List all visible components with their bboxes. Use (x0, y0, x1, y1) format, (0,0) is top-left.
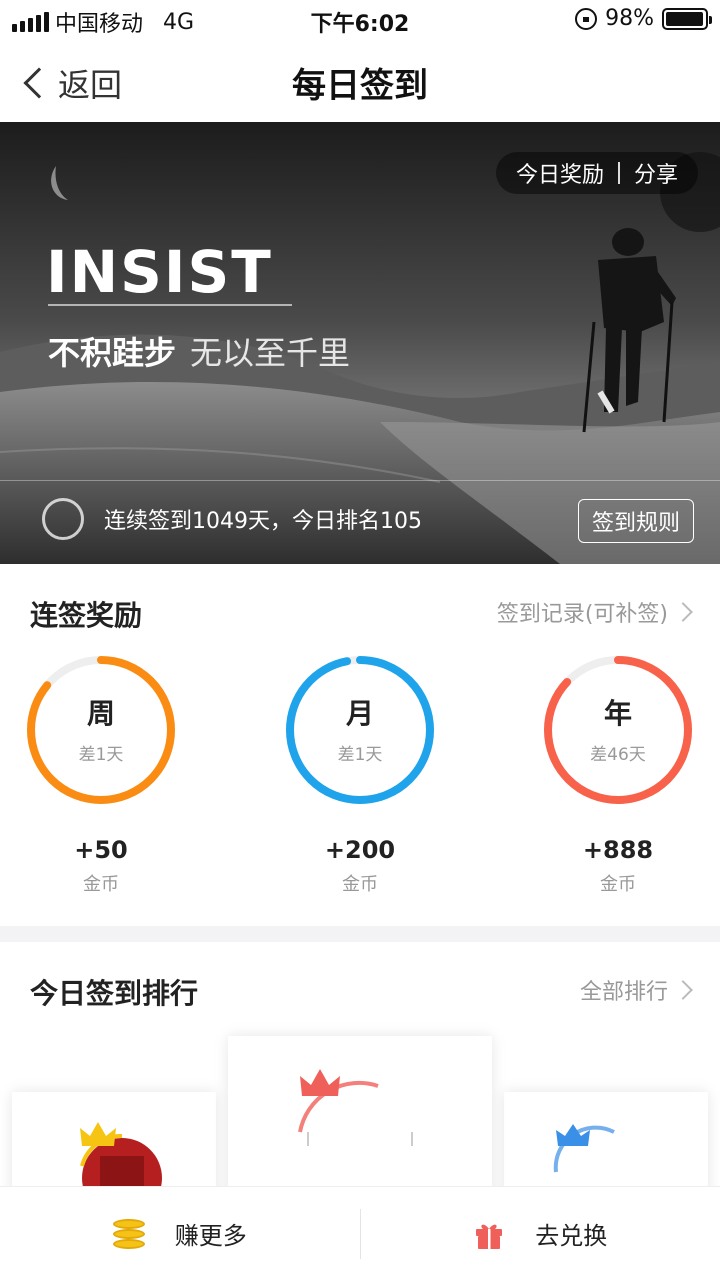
reward-remaining: 差1天 (78, 745, 124, 765)
hero-banner: 今日奖励 分享 INSIST 不积跬步 无以至千里 连续签到1049天，今日排名1… (0, 122, 720, 564)
checkin-circle-icon (42, 498, 84, 540)
reward-amount: +200 (324, 836, 396, 864)
battery-percent: 98% (605, 6, 654, 31)
status-right: 98% (575, 6, 712, 31)
page-title: 每日签到 (292, 66, 428, 106)
all-ranking-link[interactable]: 全部排行 (579, 974, 693, 1006)
today-reward-link[interactable]: 今日奖励 (516, 157, 604, 189)
chevron-right-icon (673, 980, 693, 1000)
ranking-title: 今日签到排行 (30, 977, 199, 1010)
checkin-record-label: 签到记录(可补签) (496, 602, 668, 627)
streak-rewards: 周 差1天 +50 金币 月 差1天 +200 金币 年 差46天 +888 金… (0, 654, 720, 904)
reward-share-chip: 今日奖励 分享 (495, 152, 698, 194)
headline-underline (48, 304, 292, 306)
rotation-lock-icon (575, 7, 598, 30)
rank-card-first[interactable] (228, 1036, 492, 1206)
streak-section-header: 连签奖励 签到记录(可补签) (0, 594, 720, 634)
reward-year[interactable]: 年 差46天 +888 金币 (542, 654, 694, 896)
status-bar: 中国移动 4G 下午6:02 98% (0, 0, 720, 40)
reward-remaining: 差1天 (337, 745, 383, 765)
checkin-rules-button[interactable]: 签到规则 (578, 499, 694, 543)
all-ranking-label: 全部排行 (579, 980, 668, 1005)
progress-ring: 月 差1天 (284, 654, 436, 806)
reward-unit: 金币 (342, 874, 378, 895)
banner-motto: 不积跬步 无以至千里 (48, 328, 350, 374)
reward-unit: 金币 (83, 874, 119, 895)
reward-period: 周 (86, 697, 115, 730)
reward-week[interactable]: 周 差1天 +50 金币 (25, 654, 177, 896)
motto-bold: 不积跬步 (48, 334, 177, 372)
ranking-section-header: 今日签到排行 全部排行 (0, 972, 720, 1012)
reward-unit: 金币 (600, 874, 636, 895)
coin-stack-icon (112, 1217, 145, 1251)
banner-divider (0, 480, 720, 481)
earn-more-label: 赚更多 (174, 1222, 247, 1250)
checkin-text: 连续签到1049天，今日排名105 (104, 509, 422, 534)
exchange-label: 去兑换 (535, 1222, 608, 1250)
ranking-podium (0, 1030, 720, 1206)
reward-remaining: 差46天 (590, 745, 646, 765)
gift-icon (476, 1224, 503, 1249)
crown-icon (556, 1124, 590, 1146)
reward-amount: +888 (582, 836, 654, 864)
crown-icon (300, 1069, 340, 1096)
bottom-action-bar: 赚更多 去兑换 (0, 1186, 720, 1280)
motto-light: 无以至千里 (190, 334, 351, 372)
chevron-right-icon (673, 602, 693, 622)
exchange-button[interactable]: 去兑换 (361, 1187, 720, 1280)
progress-ring: 年 差46天 (542, 654, 694, 806)
checkin-record-link[interactable]: 签到记录(可补签) (496, 596, 693, 628)
chip-divider (617, 162, 620, 184)
battery-icon (662, 7, 712, 30)
section-divider (0, 926, 720, 942)
streak-title: 连签奖励 (30, 599, 143, 632)
reward-period: 月 (345, 697, 374, 730)
nav-bar: 返回 每日签到 (0, 40, 720, 122)
banner-headline: INSIST (46, 238, 273, 306)
checkin-status: 连续签到1049天，今日排名105 (42, 498, 422, 540)
share-link[interactable]: 分享 (634, 157, 678, 189)
progress-ring: 周 差1天 (25, 654, 177, 806)
reward-month[interactable]: 月 差1天 +200 金币 (284, 654, 436, 896)
reward-amount: +50 (74, 836, 128, 864)
crown-icon (80, 1122, 116, 1146)
reward-period: 年 (603, 697, 632, 730)
earn-more-button[interactable]: 赚更多 (0, 1187, 360, 1280)
